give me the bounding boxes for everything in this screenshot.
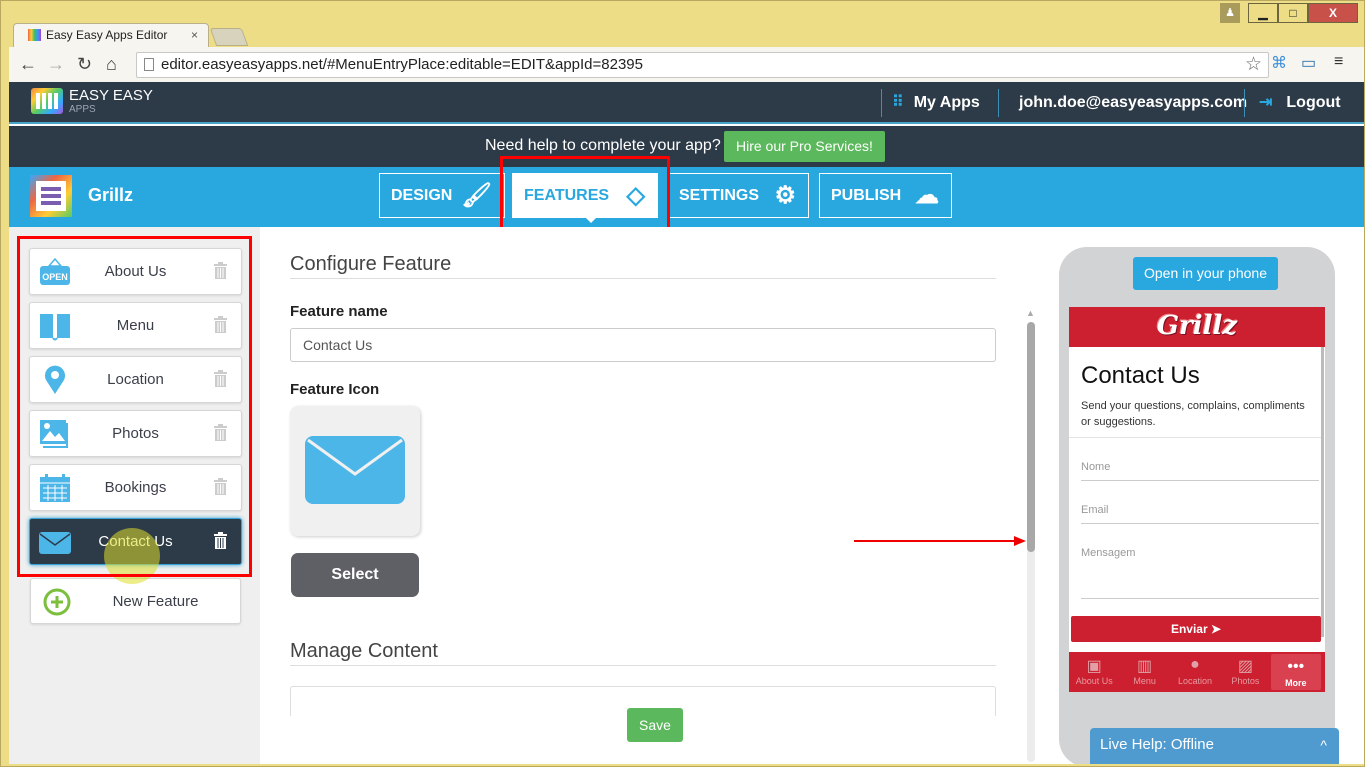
tab-title: Easy Easy Apps Editor bbox=[46, 28, 168, 42]
divider bbox=[881, 89, 882, 117]
top-navbar: EASY EASY APPS ⠿ My Apps john.doe@easyeasy… bbox=[9, 82, 1364, 124]
forward-icon[interactable]: → bbox=[47, 54, 65, 75]
user-icon[interactable]: ♟ bbox=[1220, 3, 1240, 23]
more-dots-icon: ••• bbox=[1287, 658, 1305, 675]
open-in-phone-button[interactable]: Open in your phone bbox=[1133, 257, 1278, 290]
open-sign-icon: ▣ bbox=[1086, 658, 1102, 675]
feature-name-label: Feature name bbox=[290, 303, 388, 320]
logo-text: EASY EASY APPS bbox=[69, 87, 153, 115]
url-text: editor.easyeasyapps.net/#MenuEntryPlace:… bbox=[161, 56, 643, 73]
phone-tab-menu[interactable]: ▥ Menu bbox=[1119, 652, 1169, 692]
divider bbox=[290, 665, 996, 666]
live-help-label: Live Help: Offline bbox=[1100, 736, 1214, 753]
save-button[interactable]: Save bbox=[627, 708, 683, 742]
app-page: EASY EASY APPS ⠿ My Apps john.doe@easyeasy… bbox=[9, 82, 1364, 764]
scroll-thumb[interactable] bbox=[1027, 322, 1035, 552]
help-banner: Need help to complete your app? Hire our… bbox=[9, 126, 1364, 167]
reload-icon[interactable]: ↻ bbox=[77, 54, 92, 75]
easyeasy-logo-icon[interactable] bbox=[31, 88, 63, 114]
favicon-icon bbox=[28, 29, 41, 41]
bookmark-star-icon[interactable]: ☆ bbox=[1245, 53, 1262, 76]
configure-feature-title: Configure Feature bbox=[290, 253, 452, 275]
divider bbox=[290, 278, 996, 279]
logout-link[interactable]: ⇥ Logout bbox=[1259, 90, 1341, 116]
send-button[interactable]: Enviar ➤ bbox=[1071, 616, 1321, 642]
new-tab-button[interactable] bbox=[209, 28, 249, 46]
phone-tabbar: ▣ About Us ▥ Menu ● Location ▨ Photos ••• Mor… bbox=[1069, 652, 1325, 692]
tab-design[interactable]: DESIGN 🖌 bbox=[379, 173, 505, 218]
tab-publish[interactable]: PUBLISH ☁ bbox=[819, 173, 952, 218]
phone-tab-photos[interactable]: ▨ Photos bbox=[1220, 652, 1270, 692]
logout-icon: ⇥ bbox=[1259, 94, 1273, 111]
phone-scrollbar[interactable] bbox=[1321, 347, 1324, 637]
phone-screen: Grillz Contact Us Send your questions, c… bbox=[1069, 307, 1325, 692]
map-pin-icon: ● bbox=[1190, 656, 1200, 673]
configure-panel: Configure Feature Feature name Contact U… bbox=[260, 227, 1022, 764]
close-window-button[interactable]: X bbox=[1308, 3, 1358, 23]
gear-icon: ⚙ bbox=[774, 182, 796, 209]
divider bbox=[1244, 89, 1245, 117]
paper-plane-icon: ➤ bbox=[1210, 622, 1222, 636]
window-controls: ♟ ▁ □ X bbox=[1220, 3, 1358, 23]
fullscreen-icon[interactable]: ▭ bbox=[1301, 53, 1316, 73]
page-icon bbox=[144, 58, 154, 71]
tab-settings[interactable]: SETTINGS ⚙ bbox=[667, 173, 809, 218]
app-icon bbox=[30, 175, 72, 217]
preview-description: Send your questions, complains, complime… bbox=[1081, 400, 1305, 428]
phone-tab-location[interactable]: ● Location bbox=[1170, 652, 1220, 692]
new-feature-button[interactable]: New Feature bbox=[30, 578, 241, 624]
message-field[interactable]: Mensagem bbox=[1081, 547, 1319, 599]
phone-tab-more[interactable]: ••• More bbox=[1270, 654, 1322, 690]
photos-icon: ▨ bbox=[1237, 658, 1253, 675]
extension-icon[interactable]: ⌘ bbox=[1271, 53, 1287, 73]
brush-icon: 🖌 bbox=[461, 182, 492, 209]
feature-name-input[interactable]: Contact Us bbox=[290, 328, 996, 362]
phone-tab-about-us[interactable]: ▣ About Us bbox=[1069, 652, 1119, 692]
live-help-widget[interactable]: Live Help: Offline ^ bbox=[1090, 728, 1339, 764]
name-field[interactable]: Nome bbox=[1081, 461, 1319, 481]
chevron-up-icon[interactable]: ^ bbox=[1320, 728, 1327, 762]
minimize-button[interactable]: ▁ bbox=[1248, 3, 1278, 23]
book-icon: ▥ bbox=[1137, 658, 1153, 675]
hire-pro-services-button[interactable]: Hire our Pro Services! bbox=[724, 131, 885, 162]
menu-icon[interactable]: ≡ bbox=[1334, 53, 1343, 71]
divider bbox=[1069, 437, 1321, 438]
app-name: Grillz bbox=[88, 185, 134, 205]
new-feature-label: New Feature bbox=[112, 593, 199, 610]
scroll-up-icon[interactable]: ▲ bbox=[1026, 308, 1035, 318]
my-apps-link[interactable]: ⠿ My Apps bbox=[892, 90, 980, 116]
back-icon[interactable]: ← bbox=[19, 54, 37, 75]
email-field[interactable]: Email bbox=[1081, 504, 1319, 524]
divider bbox=[998, 89, 999, 117]
annotation-arrow bbox=[854, 536, 1026, 546]
browser-window: ♟ ▁ □ X Easy Easy Apps Editor × ← → ↻ ⌂ … bbox=[0, 0, 1365, 767]
highlight-box-features-list bbox=[17, 236, 252, 577]
address-bar[interactable]: editor.easyeasyapps.net/#MenuEntryPlace:… bbox=[136, 52, 1269, 78]
user-email[interactable]: john.doe@easyeasyapps.com bbox=[1019, 90, 1247, 116]
maximize-button[interactable]: □ bbox=[1278, 3, 1308, 23]
cloud-upload-icon: ☁ bbox=[915, 182, 939, 209]
feature-icon-label: Feature Icon bbox=[290, 381, 380, 398]
grid-icon: ⠿ bbox=[892, 94, 904, 111]
grillz-logo: Grillz bbox=[1069, 307, 1325, 347]
home-icon[interactable]: ⌂ bbox=[106, 54, 117, 75]
manage-content-title: Manage Content bbox=[290, 640, 438, 662]
browser-tab[interactable]: Easy Easy Apps Editor × bbox=[13, 23, 209, 47]
phone-preview: Open in your phone Grillz Contact Us Sen… bbox=[1059, 247, 1335, 764]
feature-icon-preview bbox=[290, 406, 420, 536]
tab-close-icon[interactable]: × bbox=[191, 28, 198, 42]
main-scrollbar[interactable]: ▲ ▼ bbox=[1026, 308, 1035, 764]
preview-title: Contact Us bbox=[1081, 362, 1200, 389]
select-icon-button[interactable]: Select bbox=[291, 553, 419, 597]
browser-toolbar: ← → ↻ ⌂ editor.easyeasyapps.net/#MenuEnt… bbox=[9, 47, 1364, 82]
envelope-icon bbox=[305, 436, 405, 504]
app-bar: Grillz DESIGN 🖌 FEATURES ◇ SETTINGS ⚙ PUBLI… bbox=[9, 167, 1364, 227]
